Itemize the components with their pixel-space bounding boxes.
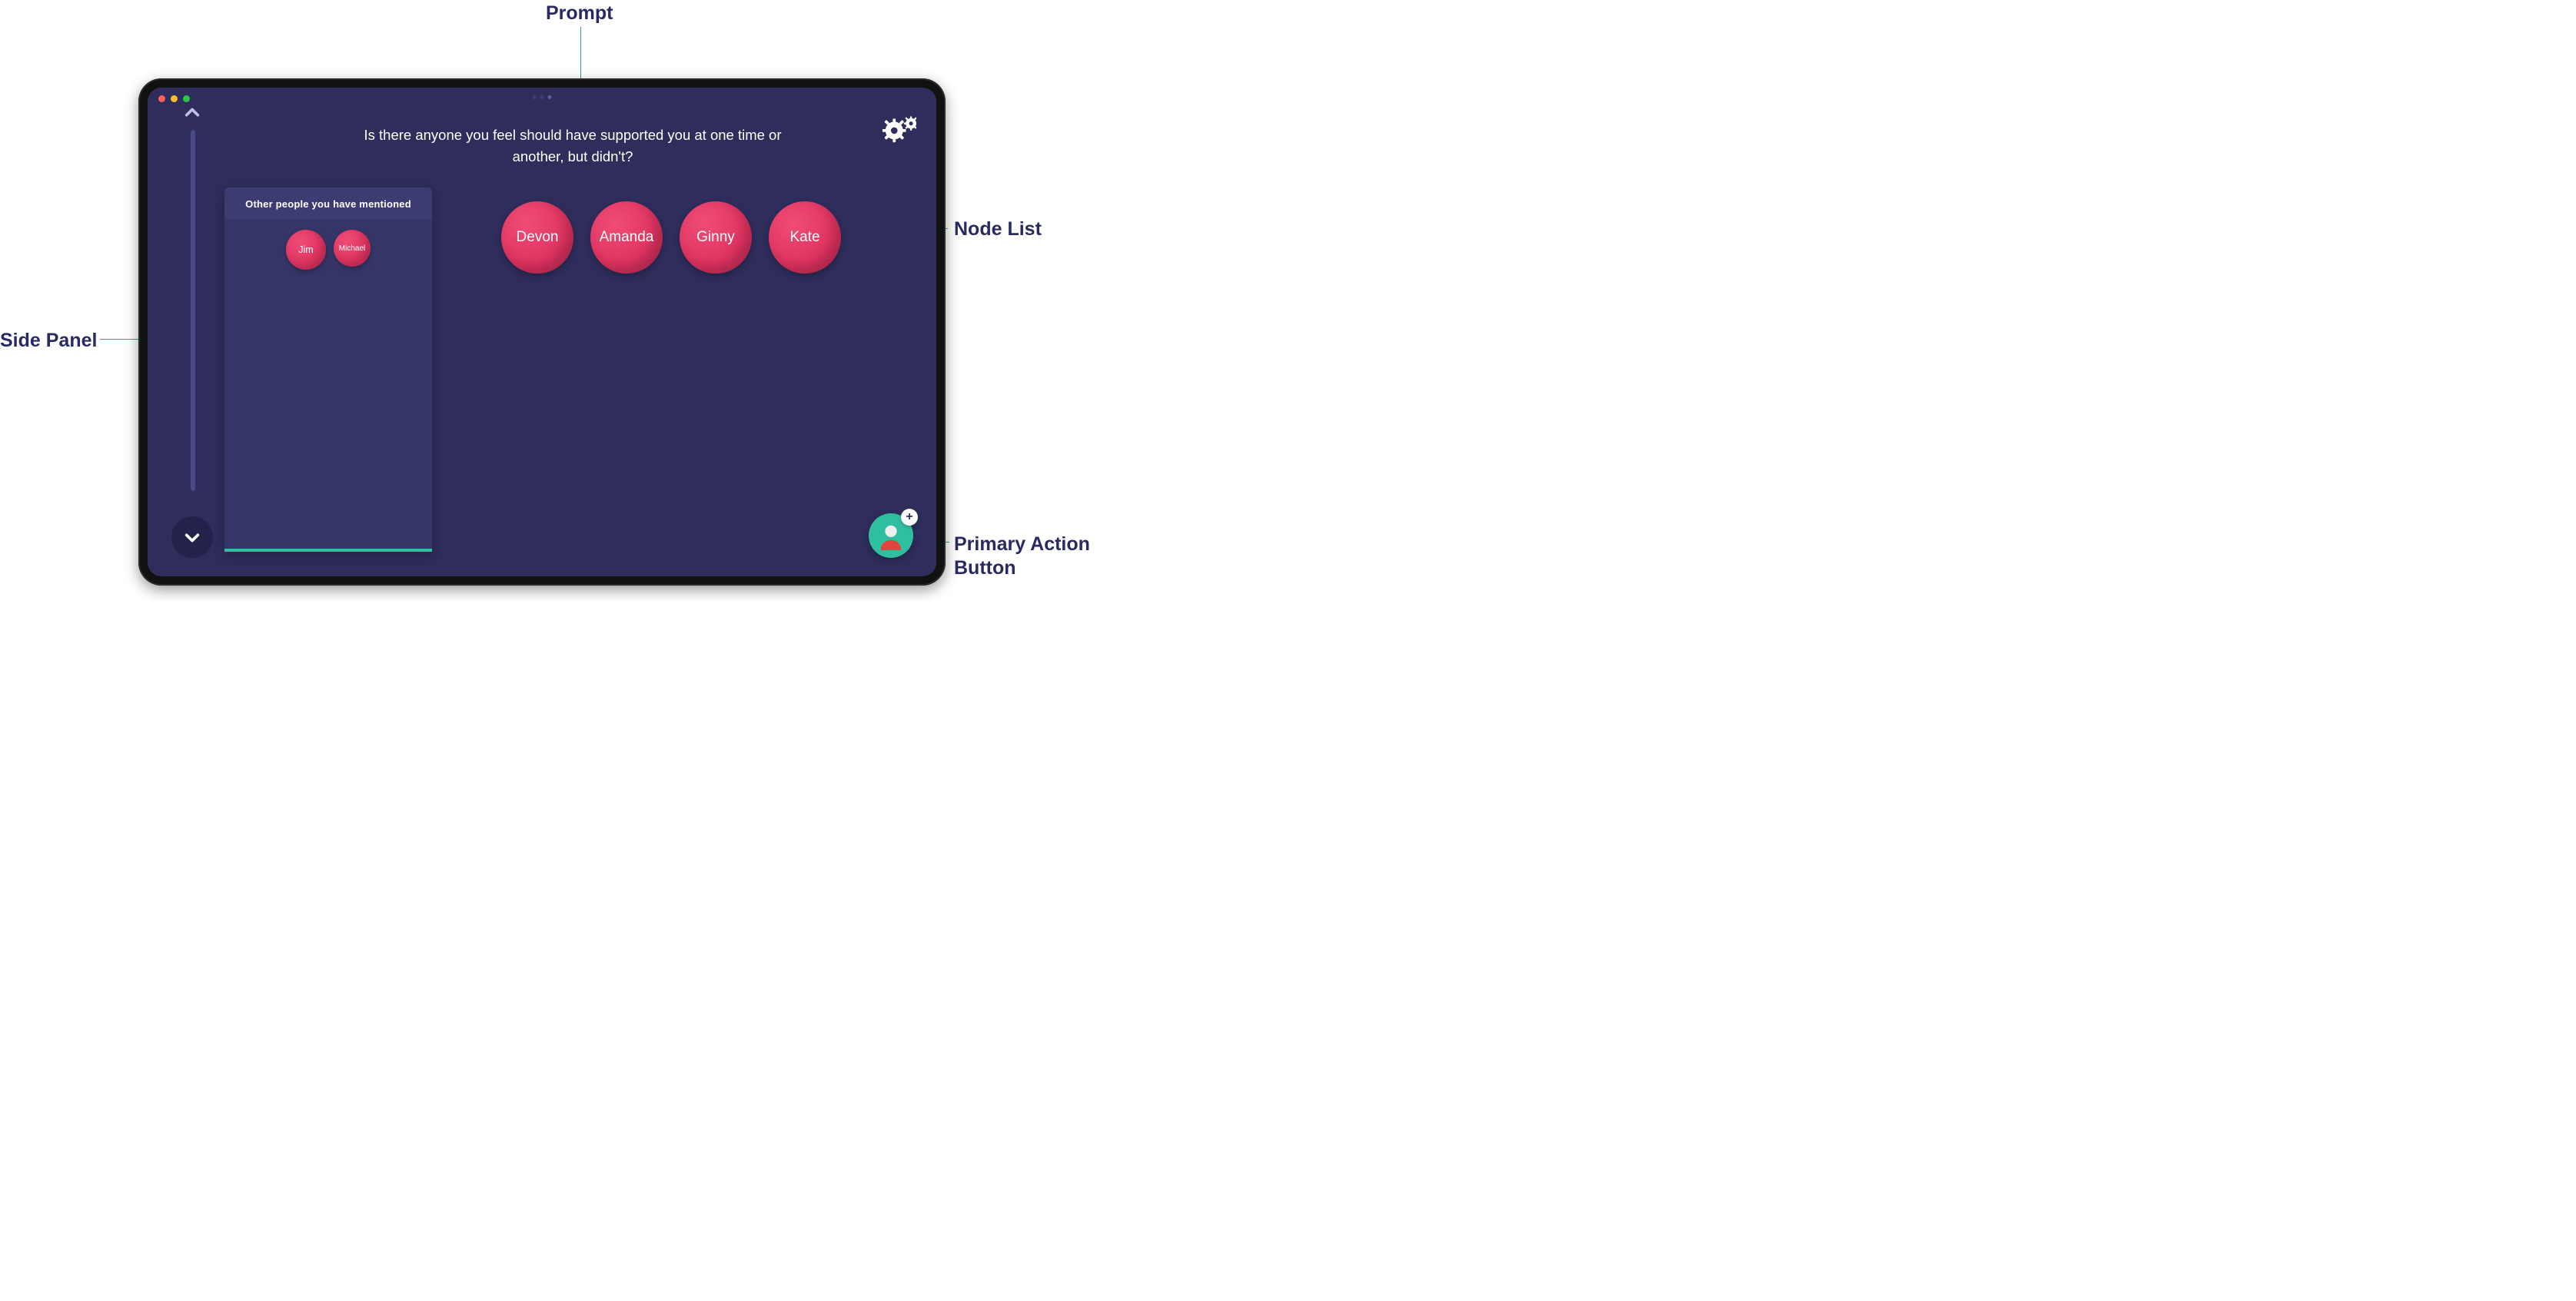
node[interactable]: Devon — [501, 201, 573, 274]
side-panel-body: Jim Michael — [224, 219, 432, 280]
page-indicator-dots — [533, 95, 552, 99]
node-list: Devon Amanda Ginny Kate — [501, 201, 841, 274]
gear-icon — [881, 112, 916, 144]
app-screen: Is there anyone you feel should have sup… — [148, 88, 936, 576]
nav-next-button[interactable] — [171, 516, 213, 558]
side-panel-node[interactable]: Jim — [286, 230, 326, 270]
side-panel-node[interactable]: Michael — [334, 230, 371, 267]
settings-button[interactable] — [881, 112, 916, 144]
traffic-light-minimize — [171, 95, 178, 102]
tablet-frame: Is there anyone you feel should have sup… — [138, 78, 946, 586]
node[interactable]: Ginny — [680, 201, 752, 274]
node-label: Amanda — [600, 229, 654, 246]
annotation-label-side-panel: Side Panel — [0, 329, 97, 353]
node-label: Devon — [517, 229, 559, 246]
page-dot-active — [548, 95, 552, 99]
side-panel: Other people you have mentioned Jim Mich… — [224, 188, 432, 552]
annotation-label-prompt: Prompt — [546, 2, 613, 25]
diagram-stage: Prompt Side Panel Node List Primary Acti… — [0, 0, 1192, 601]
nav-previous-button[interactable] — [184, 105, 201, 121]
annotation-label-node-list: Node List — [954, 217, 1042, 241]
stage-scrollbar[interactable] — [191, 130, 195, 491]
node[interactable]: Kate — [769, 201, 841, 274]
traffic-light-close — [158, 95, 165, 102]
annotation-label-primary-action: Primary Action Button — [954, 533, 1090, 581]
plus-badge: + — [901, 509, 918, 526]
primary-action-button[interactable]: + — [869, 513, 913, 558]
add-person-icon — [876, 521, 906, 550]
page-dot — [533, 95, 537, 99]
side-panel-title: Other people you have mentioned — [224, 188, 432, 219]
node-label: Kate — [789, 229, 819, 246]
chevron-up-icon — [184, 105, 201, 121]
page-dot — [540, 95, 544, 99]
chevron-down-icon — [184, 529, 201, 546]
side-panel-node-label: Michael — [339, 244, 365, 253]
node[interactable]: Amanda — [590, 201, 663, 274]
traffic-light-maximize — [183, 95, 190, 102]
window-traffic-lights — [158, 95, 190, 102]
side-panel-node-label: Jim — [298, 244, 313, 255]
prompt-text: Is there anyone you feel should have sup… — [363, 124, 783, 168]
node-label: Ginny — [696, 229, 735, 246]
